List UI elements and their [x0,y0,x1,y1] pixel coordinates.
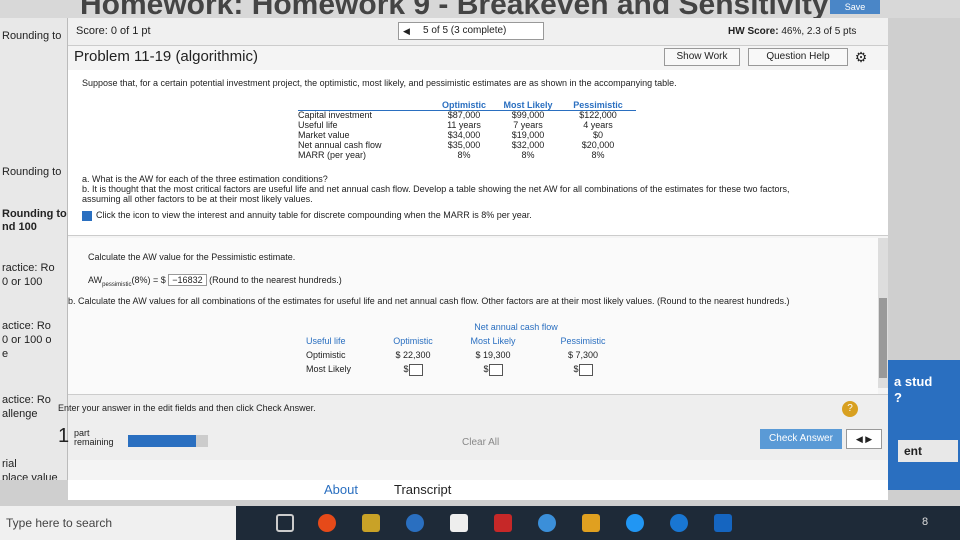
parts-remaining-count: 1 [58,425,70,447]
edge-icon[interactable] [406,514,424,532]
sidebar-item[interactable]: e [2,348,8,360]
ie-icon[interactable] [670,514,688,532]
row-header: Useful life [306,336,346,346]
sidebar-item[interactable]: 0 or 100 [2,276,42,288]
progress-bar [128,435,208,447]
app-icon[interactable] [582,514,600,532]
question-help-button[interactable]: Question Help [748,48,848,66]
sidebar-item[interactable]: actice: Ro [2,320,51,332]
question-position: 5 of 5 (3 complete) [423,25,507,36]
task-view-icon[interactable] [276,514,294,532]
sidebar-item[interactable]: nd 100 [2,221,37,233]
question-panel: Score: 0 of 1 pt ◀ 5 of 5 (3 complete) H… [58,18,888,488]
save-button[interactable]: Save [830,0,880,14]
hw-score: HW Score: 46%, 2.3 of 5 pts [728,26,857,37]
col-header: Optimistic [441,100,486,110]
interest-table-note: Click the icon to view the interest and … [82,210,532,221]
calc-instruction: Calculate the AW value for the Pessimist… [88,252,296,262]
answer-cell[interactable]: $ 7,300 [546,348,620,362]
scroll-thumb[interactable] [879,298,887,378]
question-b-line2: assuming all other factors to be at thei… [82,194,313,204]
question-navigator[interactable]: ◀ 5 of 5 (3 complete) [398,22,544,40]
store-icon[interactable] [450,514,468,532]
answer-scrollbar[interactable] [878,238,888,388]
window-title: Homework: Homework 9 - Breakeven and Sen… [80,0,829,18]
aw-pessimistic-answer[interactable]: −16832 [168,274,207,286]
problem-intro: Suppose that, for a certain potential in… [82,78,677,88]
question-header: Score: 0 of 1 pt ◀ 5 of 5 (3 complete) H… [68,18,888,46]
check-answer-button[interactable]: Check Answer [760,429,842,449]
sidebar-item[interactable]: Rounding to [2,30,61,42]
problem-title: Problem 11-19 (algorithmic) [74,48,258,65]
show-work-button[interactable]: Show Work [664,48,740,66]
taskbar: Type here to search 8 [0,506,960,540]
answer-input[interactable] [408,363,423,376]
prev-arrow-icon[interactable]: ◀ [403,23,410,39]
answer-input[interactable] [578,363,593,376]
window-title-bar: Homework: Homework 9 - Breakeven and Sen… [0,0,960,18]
answer-cell[interactable]: $ 19,300 [456,348,530,362]
part-b-instruction: b. Calculate the AW values for all combi… [68,296,790,306]
tab-about[interactable]: About [324,482,358,497]
chrome-icon[interactable] [318,514,336,532]
acrobat-icon[interactable] [494,514,512,532]
help-icon[interactable]: ? [842,401,858,417]
sidebar-item[interactable]: rial [2,458,17,470]
enter-instructions: Enter your answer in the edit fields and… [58,403,316,413]
question-a: a. What is the AW for each of the three … [82,174,328,184]
sidebar-item[interactable]: ractice: Ro [2,262,55,274]
sidebar-item[interactable]: 0 or 100 o [2,334,52,346]
sidebar-item[interactable]: allenge [2,408,37,420]
clear-all-button[interactable]: Clear All [462,437,499,448]
score-text: Score: 0 of 1 pt [76,25,151,37]
taskbar-search[interactable]: Type here to search [0,506,236,540]
file-explorer-icon[interactable] [362,514,380,532]
col-header: Most Likely [503,100,553,110]
aw-pessimistic-line: AWpessimistic(8%) = $ −16832 (Round to t… [88,274,342,288]
answer-cell[interactable]: $ 22,300 [376,348,450,362]
right-side-panel: a stud ? ent [888,360,960,490]
col-header: Pessimistic [573,100,623,110]
app-icon[interactable] [538,514,556,532]
gear-icon[interactable]: ⚙ [852,48,870,66]
table-icon[interactable] [82,210,92,221]
sidebar-item[interactable]: Rounding to [2,166,61,178]
sidebar-item[interactable]: actice: Ro [2,394,51,406]
group-header: Net annual cash flow [474,322,558,332]
parts-remaining-label: part remaining [74,428,114,447]
answer-footer: Enter your answer in the edit fields and… [58,394,888,460]
sidebar-item[interactable]: place value [2,472,58,480]
question-b-line1: b. It is thought that the most critical … [82,184,790,194]
sidebar-item[interactable]: Rounding to [2,208,67,220]
tab-transcript[interactable]: Transcript [394,482,451,497]
answer-input[interactable] [488,363,503,376]
question-pager[interactable]: ◀ ▶ [846,429,882,449]
problem-statement: Suppose that, for a certain potential in… [68,70,888,236]
tray-text: 8 [922,516,929,528]
bottom-tabs: About Transcript [68,480,888,500]
app-icon[interactable] [714,514,732,532]
app-icon[interactable] [626,514,644,532]
